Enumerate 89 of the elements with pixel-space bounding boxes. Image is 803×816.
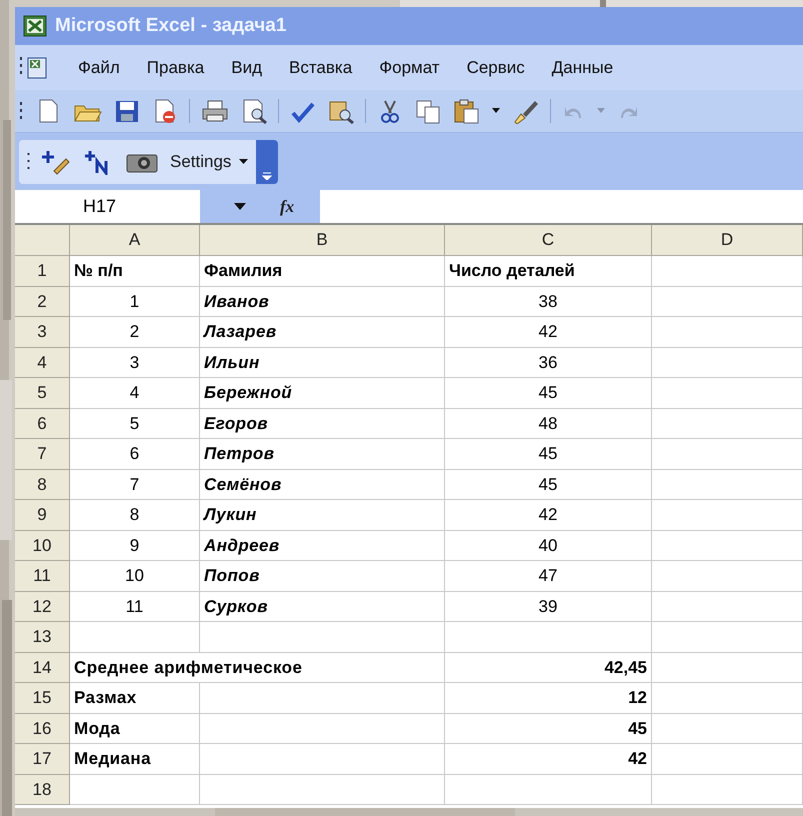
table-cell: Семёнов [200, 470, 445, 500]
row-header[interactable]: 2 [15, 286, 70, 317]
column-header[interactable]: B [200, 225, 445, 256]
table-cell: 40 [445, 530, 652, 561]
table-cell: 9 [70, 530, 200, 561]
chevron-icon [262, 172, 272, 180]
table-cell: Фамилия [200, 256, 445, 286]
table-cell: 39 [445, 592, 652, 622]
table-cell: 42 [445, 500, 652, 530]
caret-icon [239, 159, 248, 164]
table-cell: 5 [70, 408, 200, 439]
row-header[interactable]: 1 [15, 256, 70, 286]
table-cell: 48 [445, 408, 652, 439]
row-header[interactable]: 13 [15, 622, 70, 652]
spreadsheet-icon [23, 15, 47, 37]
table-cell: 11 [70, 592, 200, 622]
toolbar-options-button[interactable] [256, 140, 278, 184]
menu-item[interactable]: Вид [231, 54, 262, 80]
table-cell: 47 [445, 561, 652, 592]
row-header[interactable]: 9 [15, 500, 70, 530]
table-cell: 42,45 [445, 652, 652, 683]
table-cell: 42 [445, 744, 652, 774]
table-cell: 7 [70, 470, 200, 500]
table-cell: Андреев [200, 530, 445, 561]
window-title: Microsoft Excel - задача1 [55, 14, 286, 38]
table-cell: 4 [70, 378, 200, 408]
table-cell: 45 [445, 439, 652, 470]
row-header[interactable]: 11 [15, 561, 70, 592]
table-cell: 45 [445, 378, 652, 408]
name-box[interactable]: H17 [15, 190, 200, 223]
table-cell: Лукин [200, 500, 445, 530]
paste-icon[interactable] [452, 98, 480, 124]
table-cell: 8 [70, 500, 200, 530]
table-cell: 12 [445, 683, 652, 714]
save-icon[interactable] [113, 98, 141, 124]
table-cell: 45 [445, 470, 652, 500]
row-header[interactable]: 15 [15, 683, 70, 714]
row-header[interactable]: 3 [15, 317, 70, 348]
row-header[interactable]: 7 [15, 439, 70, 470]
table-cell: № п/п [70, 256, 200, 286]
settings-button[interactable]: Settings [170, 148, 248, 174]
menu-item[interactable]: Данные [552, 54, 614, 80]
column-header[interactable]: D [652, 225, 803, 256]
menu-item[interactable]: Файл [78, 54, 120, 80]
plus-brush-icon[interactable] [42, 148, 72, 174]
table-cell: Егоров [200, 408, 445, 439]
table-cell: 1 [70, 286, 200, 317]
table-cell: Размах [70, 683, 200, 714]
menu-item[interactable]: Формат [379, 54, 440, 80]
table-cell: 3 [70, 348, 200, 378]
table-cell: Петров [200, 439, 445, 470]
table-cell: 6 [70, 439, 200, 470]
table-cell: Ильин [200, 348, 445, 378]
table-cell: Попов [200, 561, 445, 592]
column-header[interactable]: C [445, 225, 652, 256]
table-cell: 38 [445, 286, 652, 317]
formula-input[interactable] [320, 190, 803, 223]
table-cell: Лазарев [200, 317, 445, 348]
table-cell: 2 [70, 317, 200, 348]
copy-icon[interactable] [414, 98, 442, 124]
row-header[interactable]: 4 [15, 348, 70, 378]
row-header[interactable]: 14 [15, 652, 70, 683]
row-header[interactable]: 5 [15, 378, 70, 408]
table-cell: 36 [445, 348, 652, 378]
table-cell: Медиана [70, 744, 200, 774]
print-icon[interactable] [200, 98, 230, 124]
column-header[interactable]: A [70, 225, 200, 256]
table-cell: Число деталей [445, 256, 652, 286]
row-header[interactable]: 8 [15, 470, 70, 500]
row-header[interactable]: 12 [15, 592, 70, 622]
table-cell: 10 [70, 561, 200, 592]
table-cell: Мода [70, 714, 200, 744]
dropdown-arrow-icon[interactable] [234, 203, 246, 210]
menu-item[interactable]: Вставка [289, 54, 352, 80]
table-cell: Среднее арифметическое [70, 652, 445, 683]
table-cell: Бережной [200, 378, 445, 408]
menu-item[interactable]: Сервис [466, 54, 525, 80]
function-label[interactable]: fx [280, 194, 294, 220]
table-cell: Иванов [200, 286, 445, 317]
row-header[interactable]: 17 [15, 744, 70, 774]
row-header[interactable]: 16 [15, 714, 70, 744]
table-cell: 42 [445, 317, 652, 348]
table-cell: Сурков [200, 592, 445, 622]
menu-item[interactable]: Правка [146, 54, 204, 80]
row-header[interactable]: 18 [15, 774, 70, 805]
row-header[interactable]: 6 [15, 408, 70, 439]
paintbrush-icon[interactable] [512, 98, 540, 124]
row-header[interactable]: 10 [15, 530, 70, 561]
table-cell: 45 [445, 714, 652, 744]
